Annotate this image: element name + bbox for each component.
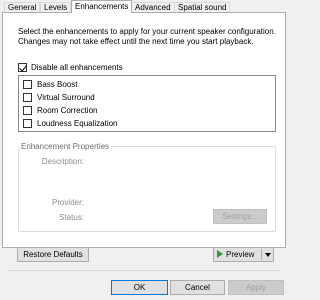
preview-label: Preview [226, 250, 255, 259]
room-correction-checkbox[interactable] [23, 106, 32, 115]
preview-button[interactable]: Preview [214, 248, 260, 261]
restore-defaults-button[interactable]: Restore Defaults [17, 247, 89, 262]
provider-label: Provider: [51, 198, 84, 207]
virtual-surround-checkbox[interactable] [23, 93, 32, 102]
virtual-surround-label[interactable]: Virtual Surround [37, 93, 95, 102]
tab-enhancements[interactable]: Enhancements [71, 0, 133, 13]
description-label: Description: [41, 157, 84, 166]
settings-button[interactable]: Settings... [213, 209, 267, 224]
status-label: Status: [59, 213, 84, 222]
disable-all-checkbox[interactable] [18, 63, 27, 72]
ok-button[interactable]: OK [111, 280, 168, 295]
cancel-button[interactable]: Cancel [170, 280, 225, 295]
apply-button[interactable]: Apply [228, 280, 284, 295]
bass-boost-label[interactable]: Bass Boost [37, 80, 77, 89]
enhancements-list[interactable]: Bass Boost Virtual Surround Room Correct… [18, 75, 276, 132]
footer-divider [8, 270, 280, 271]
chevron-down-icon[interactable] [262, 248, 273, 261]
enhancements-description: Select the enhancements to apply for you… [18, 27, 276, 46]
play-icon [217, 249, 223, 258]
disable-all-label: Disable all enhancements [31, 63, 123, 72]
loudness-equalization-checkbox[interactable] [23, 119, 32, 128]
preview-split-button[interactable]: Preview [213, 247, 274, 262]
room-correction-label[interactable]: Room Correction [37, 106, 97, 115]
bass-boost-checkbox[interactable] [23, 80, 32, 89]
loudness-equalization-label[interactable]: Loudness Equalization [37, 119, 118, 128]
enhancement-properties-title: Enhancement Properties [19, 142, 112, 151]
